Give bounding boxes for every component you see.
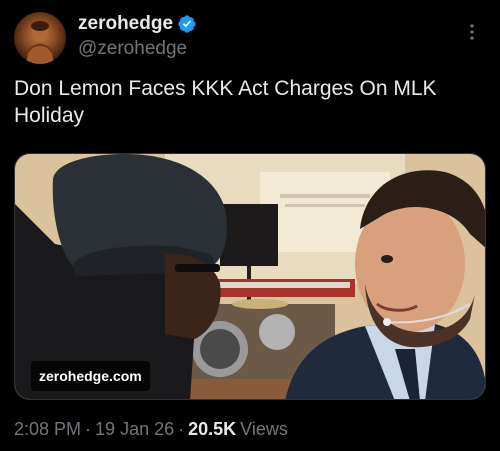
author-handle[interactable]: @zerohedge	[78, 38, 197, 60]
name-row: zerohedge	[78, 12, 197, 36]
author-block: zerohedge @zerohedge	[78, 12, 197, 60]
avatar-image	[26, 21, 54, 64]
tweet-date[interactable]: 19 Jan 26	[95, 419, 174, 440]
tweet[interactable]: zerohedge @zerohedge Don Lemon Faces KKK…	[0, 0, 500, 451]
meta-separator: ·	[178, 419, 185, 439]
tweet-media[interactable]: zerohedge.com	[14, 153, 486, 400]
more-options-icon[interactable]	[462, 22, 482, 42]
tweet-meta: 2:08 PM · 19 Jan 26 · 20.5K Views	[14, 419, 288, 440]
display-name[interactable]: zerohedge	[78, 13, 173, 35]
meta-separator: ·	[85, 419, 92, 439]
tweet-time[interactable]: 2:08 PM	[14, 419, 81, 440]
views-count[interactable]: 20.5K	[188, 419, 236, 440]
media-source-badge: zerohedge.com	[31, 361, 150, 391]
tweet-text: Don Lemon Faces KKK Act Charges On MLK H…	[14, 77, 437, 127]
views-label: Views	[240, 419, 288, 439]
verified-badge-icon	[177, 14, 197, 34]
author-avatar[interactable]	[14, 12, 66, 64]
